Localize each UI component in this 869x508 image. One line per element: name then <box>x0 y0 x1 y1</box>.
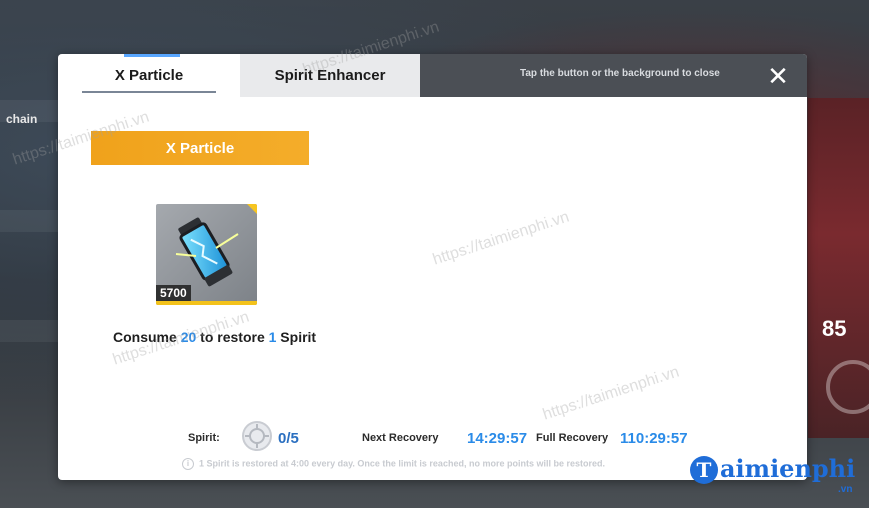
spirit-value: 0/5 <box>278 429 299 447</box>
brand-logo: Taimienphi <box>690 454 855 484</box>
item-quantity: 5700 <box>156 285 191 301</box>
brand-name: aimienphi <box>720 454 856 483</box>
tab-bar: X Particle Spirit Enhancer Tap the butto… <box>58 54 807 97</box>
x-particle-dialog: X Particle Spirit Enhancer Tap the butto… <box>58 54 807 480</box>
brand-initial: T <box>690 456 718 484</box>
brand-suffix: .vn <box>838 484 853 495</box>
rarity-bar <box>156 301 257 305</box>
tab-label: X Particle <box>114 67 184 84</box>
section-title: X Particle <box>165 139 235 157</box>
close-icon: ✕ <box>767 61 789 91</box>
close-button[interactable]: ✕ <box>764 62 792 90</box>
full-recovery-label-row: Full Recovery <box>536 424 608 452</box>
background-left-text: chain <box>6 112 38 126</box>
next-recovery-value-row: 14:29:57 <box>467 424 527 452</box>
recovery-note: i 1 Spirit is restored at 4:00 every day.… <box>182 458 605 470</box>
x-particle-item[interactable]: 5700 <box>156 204 257 305</box>
background-right-number: 85 <box>822 316 847 341</box>
next-recovery-label-row: Next Recovery <box>362 424 438 452</box>
spirit-label-row: Spirit: <box>188 424 220 452</box>
note-text: 1 Spirit is restored at 4:00 every day. … <box>199 458 605 469</box>
tab-x-particle[interactable]: X Particle <box>58 54 240 97</box>
rarity-corner <box>247 204 257 214</box>
full-recovery-label: Full Recovery <box>536 432 609 444</box>
tab-underline <box>82 91 216 93</box>
next-recovery-label: Next Recovery <box>362 432 439 444</box>
spirit-icon <box>242 421 272 451</box>
section-banner: X Particle <box>91 131 309 165</box>
active-tab-indicator <box>124 54 180 57</box>
close-hint: Tap the button or the background to clos… <box>520 68 720 79</box>
next-recovery-value: 14:29:57 <box>467 429 528 447</box>
spirit-value-row: 0/5 <box>278 424 299 452</box>
consume-suffix: Spirit <box>276 329 317 345</box>
full-recovery-value-row: 110:29:57 <box>620 424 688 452</box>
full-recovery-value: 110:29:57 <box>620 429 688 447</box>
spirit-label: Spirit: <box>188 432 220 444</box>
info-icon: i <box>182 458 194 470</box>
